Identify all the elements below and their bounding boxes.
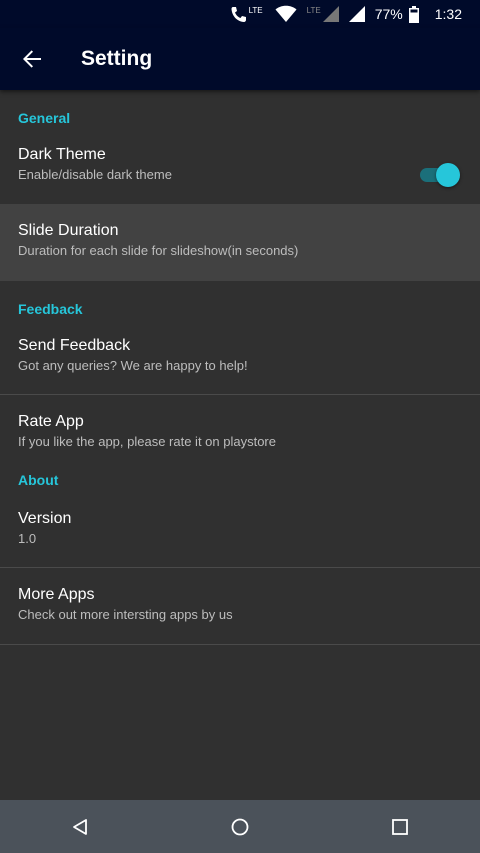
pref-rate-app[interactable]: Rate App If you like the app, please rat…: [0, 395, 480, 472]
pref-title: More Apps: [18, 586, 95, 603]
signal-lte-icon: LTE: [307, 6, 339, 22]
back-button[interactable]: [0, 28, 64, 90]
status-bar: LTE LTE 77% 1:32: [0, 0, 480, 28]
pref-send-feedback[interactable]: Send Feedback Got any queries? We are ha…: [0, 337, 480, 395]
pref-summary: If you like the app, please rate it on p…: [18, 434, 276, 449]
pref-summary: Duration for each slide for slideshow(in…: [18, 243, 299, 258]
pref-title: Slide Duration: [18, 222, 119, 239]
square-recents-icon: [392, 818, 408, 835]
battery-icon: [408, 5, 419, 23]
pref-summary: 1.0: [18, 531, 37, 546]
triangle-back-icon: [73, 818, 87, 835]
system-nav-bar: [0, 800, 480, 853]
pref-summary: Got any queries? We are happy to help!: [18, 358, 248, 373]
pref-summary: Check out more intersting apps by us: [18, 607, 233, 622]
section-header-about: About: [18, 472, 59, 488]
dark-theme-toggle[interactable]: [420, 163, 460, 187]
pref-slide-duration[interactable]: Slide Duration Duration for each slide f…: [0, 204, 480, 281]
page-title: Setting: [81, 47, 153, 70]
section-header-general: General: [18, 110, 71, 126]
circle-home-icon: [231, 818, 249, 835]
pref-version[interactable]: Version 1.0: [0, 510, 480, 568]
pref-title: Rate App: [18, 413, 84, 430]
pref-dark-theme[interactable]: Dark Theme Enable/disable dark theme: [0, 146, 480, 204]
lte-label-2: LTE: [306, 5, 321, 15]
settings-list: General Dark Theme Enable/disable dark t…: [0, 90, 480, 645]
toggle-thumb: [436, 163, 460, 187]
pref-title: Send Feedback: [18, 337, 131, 354]
nav-recents-button[interactable]: [370, 800, 430, 853]
section-header-feedback: Feedback: [18, 301, 83, 317]
pref-title: Version: [18, 510, 72, 527]
pref-title: Dark Theme: [18, 146, 106, 163]
wifi-icon: [275, 5, 297, 23]
nav-home-button[interactable]: [210, 800, 270, 853]
pref-summary: Enable/disable dark theme: [18, 167, 172, 182]
clock-time: 1:32: [434, 6, 462, 22]
phone-lte-icon: LTE: [229, 5, 265, 23]
pref-more-apps[interactable]: More Apps Check out more intersting apps…: [0, 568, 480, 645]
battery-percent: 77%: [374, 6, 403, 22]
signal-icon: [348, 6, 365, 22]
lte-label-1: LTE: [248, 5, 263, 15]
arrow-back-icon: [23, 50, 41, 68]
toolbar: Setting: [0, 28, 480, 90]
nav-back-button[interactable]: [50, 800, 110, 853]
